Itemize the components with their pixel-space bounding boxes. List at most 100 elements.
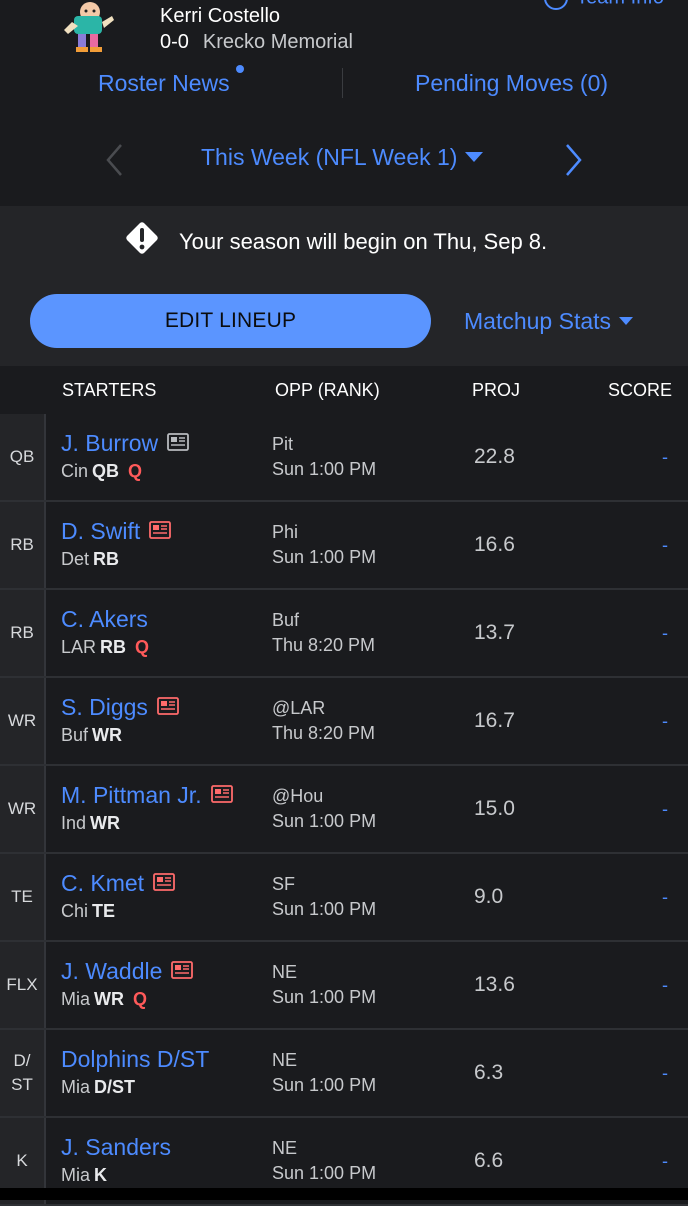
- player-name-link[interactable]: S. Diggs: [61, 694, 179, 721]
- lineup-slot[interactable]: RB: [0, 502, 46, 588]
- player-name-link[interactable]: C. Kmet: [61, 870, 175, 897]
- player-position: QB: [92, 461, 120, 481]
- table-row[interactable]: TE C. Kmet Chi TE SF Sun 1:00 PM 9.0-: [0, 854, 688, 942]
- table-row[interactable]: WR S. Diggs Buf WR @LAR Thu 8:20 PM 16.7-: [0, 678, 688, 766]
- player-team-position: Det RB: [61, 549, 119, 570]
- lineup-slot[interactable]: D/ ST: [0, 1030, 46, 1116]
- notification-dot-icon: [236, 65, 244, 73]
- team-record: 0-0: [160, 31, 189, 53]
- player-name-link[interactable]: J. Waddle: [61, 958, 194, 985]
- player-name: J. Burrow: [61, 430, 159, 456]
- news-icon[interactable]: [157, 697, 179, 715]
- lineup-slot[interactable]: QB: [0, 414, 46, 500]
- game-time: Sun 1:00 PM: [272, 1075, 377, 1095]
- player-name-link[interactable]: C. Akers: [61, 606, 148, 633]
- opponent[interactable]: NE: [272, 962, 297, 983]
- news-icon[interactable]: [171, 961, 194, 979]
- slot-label: RB: [10, 623, 34, 642]
- player-team: Chi: [61, 901, 89, 921]
- score: -: [662, 799, 668, 819]
- opponent[interactable]: Buf: [272, 610, 299, 631]
- opponent[interactable]: @LAR: [272, 698, 325, 719]
- header-proj: PROJ: [472, 380, 521, 400]
- team-record-line: 0-0 Krecko Memorial: [160, 31, 353, 54]
- player-name: C. Kmet: [61, 870, 145, 896]
- league-name: Krecko Memorial: [202, 31, 353, 53]
- news-icon[interactable]: [167, 433, 190, 451]
- table-row[interactable]: RB C. Akers LAR RB Q Buf Thu 8:20 PM 13.7-: [0, 590, 688, 678]
- opponent[interactable]: @Hou: [272, 786, 323, 807]
- week-selector: This Week (NFL Week 1): [0, 114, 688, 207]
- lineup-slot[interactable]: TE: [0, 854, 46, 940]
- player-name-link[interactable]: Dolphins D/ST: [61, 1046, 209, 1073]
- slot-label: WR: [7, 799, 37, 818]
- slot-label: D/ ST: [11, 1051, 33, 1094]
- divider: [342, 68, 343, 98]
- player-position: D/ST: [94, 1077, 136, 1097]
- caret-down-icon: [465, 151, 484, 162]
- news-icon[interactable]: [153, 873, 175, 891]
- player-name-link[interactable]: J. Burrow: [61, 430, 190, 457]
- player-name-link[interactable]: D. Swift: [61, 518, 172, 545]
- lineup-slot[interactable]: WR: [0, 678, 46, 764]
- week-dropdown[interactable]: This Week (NFL Week 1): [201, 144, 484, 171]
- projected-points: 15.0: [474, 797, 515, 820]
- player-name-link[interactable]: J. Sanders: [61, 1134, 171, 1161]
- player-name-link[interactable]: M. Pittman Jr.: [61, 782, 233, 809]
- player-team-position: LAR RB Q: [61, 637, 149, 658]
- chevron-left-icon[interactable]: [96, 140, 136, 180]
- table-row[interactable]: QB J. Burrow Cin QB Q Pit Sun 1:00 PM 22.8-: [0, 414, 688, 502]
- table-row[interactable]: D/ ST Dolphins D/ST Mia D/ST NE Sun 1:00 PM 6.…: [0, 1030, 688, 1118]
- game-time: Sun 1:00 PM: [272, 987, 377, 1007]
- team-avatar[interactable]: [56, 0, 120, 56]
- game-time: Thu 8:20 PM: [272, 723, 376, 743]
- news-icon[interactable]: [149, 521, 172, 539]
- bottom-edge: [0, 1188, 688, 1200]
- opponent[interactable]: Pit: [272, 434, 293, 455]
- warning-icon: [126, 222, 158, 254]
- pending-moves-link[interactable]: Pending Moves (0): [415, 70, 608, 97]
- opponent[interactable]: SF: [272, 874, 295, 895]
- player-name: J. Sanders: [61, 1134, 171, 1160]
- table-row[interactable]: RB D. Swift Det RB Phi Sun 1:00 PM 16.6-: [0, 502, 688, 590]
- edit-lineup-button[interactable]: EDIT LINEUP: [30, 294, 431, 348]
- chevron-right-icon[interactable]: [553, 140, 593, 180]
- player-position: WR: [90, 813, 121, 833]
- projected-points: 22.8: [474, 445, 515, 468]
- roster-news-link[interactable]: Roster News: [98, 70, 230, 97]
- slot-label: RB: [10, 535, 34, 554]
- header-links: Roster News Pending Moves (0): [0, 58, 688, 115]
- player-team: Cin: [61, 461, 89, 481]
- table-row[interactable]: FLX J. Waddle Mia WR Q NE Sun 1:00 PM 13.6 -: [0, 942, 688, 1030]
- game-time: Sun 1:00 PM: [272, 1163, 377, 1183]
- score: -: [662, 711, 668, 731]
- player-team-position: Cin QB Q: [61, 461, 142, 482]
- projected-points: 6.3: [474, 1061, 504, 1084]
- slot-label: QB: [9, 447, 35, 466]
- player-team-position: Buf WR: [61, 725, 122, 746]
- lineup-slot[interactable]: WR: [0, 766, 46, 852]
- news-icon[interactable]: [210, 785, 233, 803]
- opponent[interactable]: NE: [272, 1138, 297, 1159]
- table-row[interactable]: WR M. Pittman Jr. Ind WR @Hou Sun 1:00 PM 15.0…: [0, 766, 688, 854]
- player-name: J. Waddle: [61, 958, 163, 984]
- score: -: [662, 887, 668, 907]
- injury-status-badge: Q: [128, 461, 143, 481]
- player-team-position: Ind WR: [61, 813, 120, 834]
- injury-status-badge: Q: [133, 989, 148, 1009]
- opponent[interactable]: NE: [272, 1050, 297, 1071]
- team-info-link[interactable]: Team Info: [544, 0, 664, 10]
- opponent[interactable]: Phi: [272, 522, 298, 543]
- team-header: Kerri Costello 0-0 Krecko Memorial Team I…: [0, 0, 688, 115]
- game-time: Sun 1:00 PM: [272, 899, 377, 919]
- lineup-slot[interactable]: FLX: [0, 942, 46, 1028]
- player-position: RB: [93, 549, 120, 569]
- matchup-stats-dropdown[interactable]: Matchup Stats: [464, 308, 634, 335]
- lineup-slot[interactable]: RB: [0, 590, 46, 676]
- season-notice-text: Your season will begin on Thu, Sep 8.: [179, 229, 548, 254]
- starters-table-header: STARTERS OPP (RANK) PROJ SCORE: [0, 366, 688, 415]
- player-team: Mia: [61, 1077, 91, 1097]
- player-name: C. Akers: [61, 606, 148, 632]
- header-starters: STARTERS: [62, 380, 157, 400]
- player-team-position: Mia D/ST: [61, 1077, 135, 1098]
